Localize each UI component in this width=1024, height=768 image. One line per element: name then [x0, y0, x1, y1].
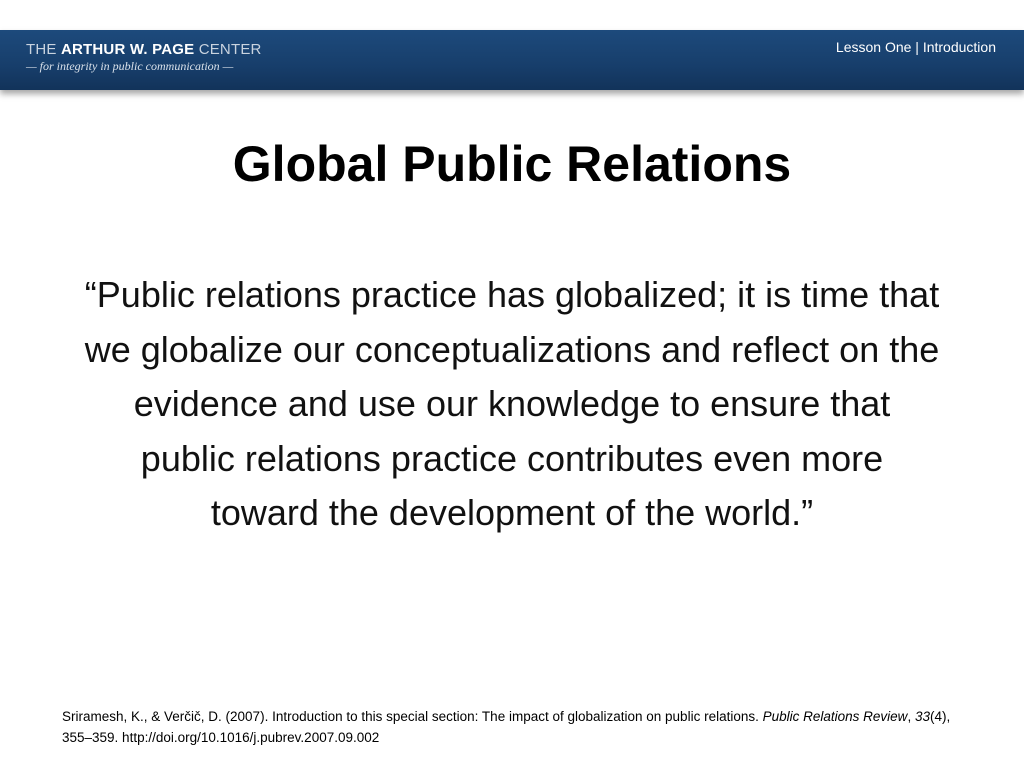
citation-sep: ,: [907, 709, 915, 724]
slide-title: Global Public Relations: [232, 136, 792, 192]
logo-name: ARTHUR W. PAGE: [60, 41, 195, 58]
logo-the: THE: [26, 41, 61, 58]
header-banner: THE ARTHUR W. PAGE CENTER — for integrit…: [0, 30, 1024, 90]
logo-center: CENTER: [194, 41, 262, 58]
citation-journal: Public Relations Review: [762, 709, 908, 724]
citation-volume: 33: [914, 709, 930, 724]
citation: Sriramesh, K., & Verčič, D. (2007). Intr…: [62, 706, 962, 748]
page-center-logo: THE ARTHUR W. PAGE CENTER — for integrit…: [26, 41, 262, 74]
logo-wordmark: THE ARTHUR W. PAGE CENTER: [26, 41, 262, 59]
quote-text: “Public relations practice has globalize…: [84, 274, 940, 533]
logo-tagline: — for integrity in public communication …: [26, 59, 234, 73]
citation-authors: Sriramesh, K., & Verčič, D. (2007). Intr…: [62, 709, 763, 724]
lesson-label: Lesson One | Introduction: [835, 39, 996, 55]
slide: THE ARTHUR W. PAGE CENTER — for integrit…: [0, 0, 1024, 768]
